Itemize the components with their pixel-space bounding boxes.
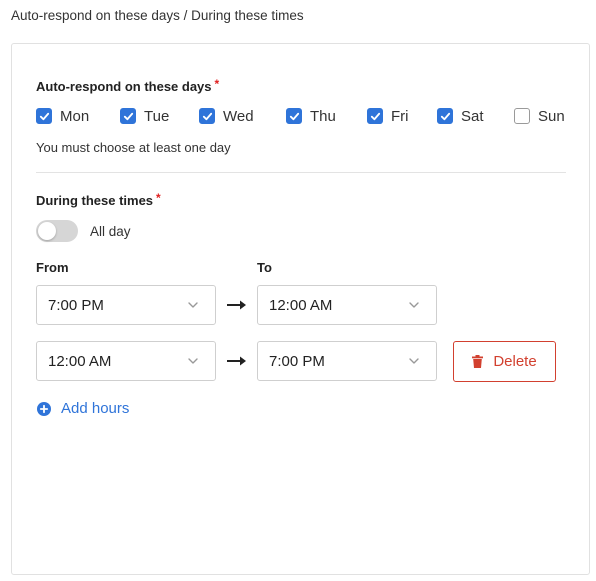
all-day-toggle-row: All day [36, 220, 131, 242]
day-label: Mon [60, 107, 90, 125]
page-heading: Auto-respond on these days / During thes… [11, 8, 304, 23]
chevron-down-icon [409, 302, 419, 308]
day-checkbox-tue[interactable]: Tue [120, 106, 169, 126]
delete-range-button[interactable]: Delete [453, 341, 556, 382]
all-day-label: All day [90, 223, 131, 239]
auto-respond-card: Auto-respond on these days * Mon Tue Wed … [11, 43, 590, 575]
times-section-label: During these times * [36, 191, 161, 208]
checkbox-checked-icon[interactable] [120, 108, 136, 124]
add-hours-button[interactable]: Add hours [37, 400, 129, 417]
select-value: 7:00 PM [48, 296, 104, 314]
checkbox-checked-icon[interactable] [199, 108, 215, 124]
select-value: 12:00 AM [269, 296, 333, 314]
to-time-select[interactable]: 12:00 AM [257, 285, 437, 325]
day-label: Fri [391, 107, 409, 125]
required-mark: * [156, 191, 161, 205]
times-label-text: During these times [36, 193, 154, 208]
add-hours-label: Add hours [61, 400, 130, 417]
select-value: 7:00 PM [269, 352, 325, 370]
day-checkbox-mon[interactable]: Mon [36, 106, 89, 126]
toggle-knob [38, 222, 56, 240]
day-checkbox-fri[interactable]: Fri [367, 106, 409, 126]
days-label-text: Auto-respond on these days [36, 79, 212, 94]
day-checkbox-sun[interactable]: Sun [514, 106, 565, 126]
day-checkbox-wed[interactable]: Wed [199, 106, 254, 126]
day-label: Wed [223, 107, 254, 125]
arrow-right-icon [227, 356, 246, 366]
to-time-select[interactable]: 7:00 PM [257, 341, 437, 381]
required-mark: * [214, 77, 220, 91]
trash-icon [472, 355, 484, 368]
checkbox-unchecked-icon[interactable] [514, 108, 530, 124]
select-value: 12:00 AM [48, 352, 112, 370]
day-checkbox-thu[interactable]: Thu [286, 106, 336, 126]
to-column-label: To [257, 260, 272, 275]
chevron-down-icon [188, 358, 198, 364]
checkbox-checked-icon[interactable] [286, 108, 302, 124]
day-label: Tue [144, 107, 170, 125]
day-label: Sat [461, 107, 484, 125]
checkbox-checked-icon[interactable] [437, 108, 453, 124]
from-time-select[interactable]: 12:00 AM [36, 341, 216, 381]
day-label: Sun [538, 107, 565, 125]
arrow-right-icon [227, 300, 246, 310]
day-checkbox-sat[interactable]: Sat [437, 106, 484, 126]
all-day-toggle[interactable] [36, 220, 78, 242]
from-time-select[interactable]: 7:00 PM [36, 285, 216, 325]
days-section-label: Auto-respond on these days * [36, 77, 220, 94]
chevron-down-icon [188, 302, 198, 308]
from-column-label: From [36, 260, 69, 275]
checkbox-checked-icon[interactable] [36, 108, 52, 124]
chevron-down-icon [409, 358, 419, 364]
days-helper-text: You must choose at least one day [36, 140, 231, 155]
checkbox-checked-icon[interactable] [367, 108, 383, 124]
plus-circle-icon [37, 401, 51, 416]
section-divider [36, 172, 566, 173]
delete-label: Delete [493, 353, 537, 370]
day-label: Thu [310, 107, 336, 125]
